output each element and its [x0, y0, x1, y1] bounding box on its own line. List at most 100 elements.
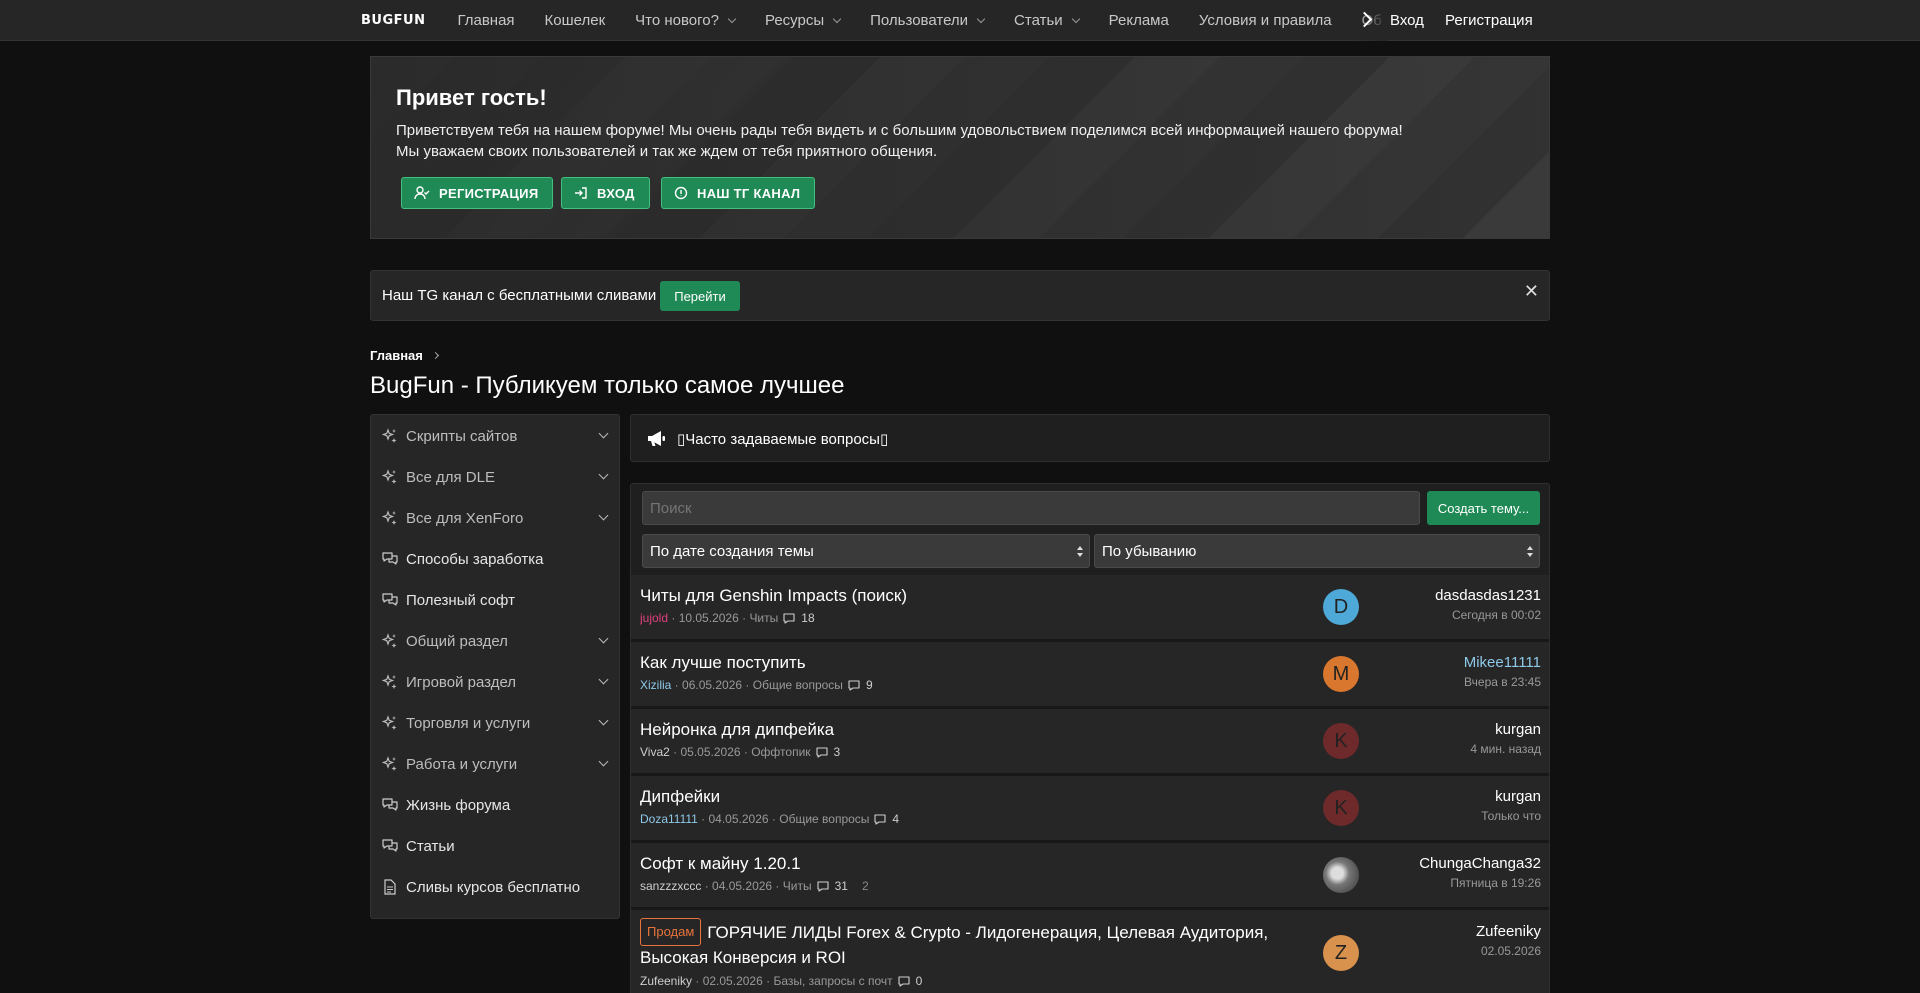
nav-link[interactable]: Кошелек [545, 0, 606, 41]
select-arrows-icon [1077, 546, 1083, 558]
comments-icon [381, 837, 399, 855]
thread-title[interactable]: Продам ГОРЯЧИЕ ЛИДЫ Forex & Crypto - Лидо… [640, 918, 1300, 970]
last-post-user[interactable]: Mikee11111 [1464, 654, 1541, 671]
thread-row[interactable]: Дипфейки Doza11111 · 04.05.2026 · Общие в… [631, 776, 1549, 843]
chevron-right-icon[interactable] [1359, 12, 1373, 28]
nav-link[interactable]: Ресурсы [764, 0, 842, 41]
comments-icon [381, 796, 399, 814]
avatar[interactable]: K [1323, 723, 1359, 759]
last-post-user[interactable]: ChungaChanga32 [1419, 855, 1541, 872]
thread-author[interactable]: Viva2 [640, 745, 670, 759]
sidebar-item[interactable]: Игровой раздел [381, 667, 609, 697]
sidebar-item[interactable]: Работа и услуги [381, 749, 609, 779]
reply-count-value: 3 [833, 745, 841, 759]
thread-author[interactable]: jujold [640, 611, 668, 625]
avatar[interactable] [1323, 857, 1359, 893]
sidebar-item[interactable]: Общий раздел [381, 626, 609, 656]
thread-row[interactable]: Читы для Genshin Impacts (поиск) jujold ·… [631, 575, 1549, 642]
last-post: ChungaChanga32 Пятница в 19:26 [1419, 855, 1541, 890]
thread-forum[interactable]: Общие вопросы [779, 812, 869, 826]
thread-forum[interactable]: Читы [749, 611, 778, 625]
thread-author[interactable]: sanzzzxccc [640, 879, 701, 893]
faq-announcement[interactable]: ▯Часто задаваемые вопросы▯ [630, 414, 1550, 462]
thread-author[interactable]: Zufeeniky [640, 974, 692, 988]
breadcrumb-home[interactable]: Главная [370, 348, 423, 363]
thread-author[interactable]: Xizilia [640, 678, 671, 692]
sidebar-item[interactable]: Все для DLE [381, 462, 609, 492]
login-button[interactable]: ВХОД [561, 177, 650, 209]
tg-channel-button[interactable]: НАШ ТГ КАНАЛ [661, 177, 816, 209]
comment-icon [815, 746, 831, 758]
sidebar-item[interactable]: Сливы курсов бесплатно [381, 872, 609, 902]
avatar[interactable]: D [1323, 589, 1359, 625]
last-post-user[interactable]: Zufeeniky [1476, 923, 1541, 940]
last-post-time[interactable]: Сегодня в 00:02 [1435, 608, 1541, 622]
sidebar-item[interactable]: Торговля и услуги [381, 708, 609, 738]
notice-go-button[interactable]: Перейти [660, 281, 740, 311]
last-post-user[interactable]: dasdasdas1231 [1435, 587, 1541, 604]
sidebar-item[interactable]: Полезный софт [381, 585, 609, 615]
nav-link[interactable]: Пользователи [870, 0, 986, 41]
thread-row[interactable]: Нейронка для дипфейка Viva2 · 05.05.2026 … [631, 709, 1549, 776]
avatar[interactable]: Z [1323, 935, 1359, 971]
avatar[interactable]: K [1323, 790, 1359, 826]
last-post-time[interactable]: Только что [1481, 809, 1541, 823]
sidebar-item[interactable]: Жизнь форума [381, 790, 609, 820]
thread-date: 04.05.2026 [708, 812, 769, 826]
chevron-down-icon[interactable] [598, 510, 609, 521]
nav-link[interactable]: Реклама [1109, 0, 1169, 41]
sidebar-item[interactable]: Способы заработка [381, 544, 609, 574]
sidebar-item[interactable]: Статьи [381, 831, 609, 861]
last-post-time[interactable]: 4 мин. назад [1470, 742, 1541, 756]
notice-text: Наш TG канал с бесплатными сливами [382, 287, 657, 304]
nav-link[interactable]: Главная [457, 0, 514, 41]
close-icon[interactable]: ✕ [1524, 281, 1539, 302]
page-link[interactable]: 2 [862, 879, 869, 893]
search-input[interactable] [642, 491, 1420, 525]
thread-forum[interactable]: Читы [783, 879, 812, 893]
create-thread-button[interactable]: Создать тему... [1427, 491, 1540, 525]
thread-row[interactable]: Продам ГОРЯЧИЕ ЛИДЫ Forex & Crypto - Лидо… [631, 910, 1549, 993]
thread-row[interactable]: Софт к майну 1.20.1 sanzzzxccc · 04.05.20… [631, 843, 1549, 910]
nav-link-label: Условия и правила [1198, 12, 1332, 29]
avatar[interactable]: M [1323, 656, 1359, 692]
last-post-user[interactable]: kurgan [1470, 721, 1541, 738]
thread-forum[interactable]: Базы, запросы с почт [773, 974, 892, 988]
chevron-down-icon[interactable] [598, 469, 609, 480]
sparkle-icon [381, 509, 399, 527]
register-button[interactable]: РЕГИСТРАЦИЯ [401, 177, 554, 209]
chevron-down-icon[interactable] [598, 633, 609, 644]
login-link[interactable]: Вход [1390, 0, 1424, 41]
chevron-down-icon[interactable] [598, 674, 609, 685]
thread-title[interactable]: Нейронка для дипфейка [640, 720, 834, 740]
last-post-time[interactable]: Пятница в 19:26 [1419, 876, 1541, 890]
welcome-banner: Привет гость! Приветствуем тебя на нашем… [370, 56, 1550, 239]
chevron-down-icon[interactable] [598, 715, 609, 726]
order-select[interactable]: По убыванию [1094, 534, 1540, 568]
thread-title[interactable]: Дипфейки [640, 787, 720, 807]
chevron-right-icon [431, 351, 439, 360]
nav-links: Главная Кошелек Что нового? Ресурсы Пользова… [457, 0, 1388, 41]
nav-link[interactable]: Условия и правила [1199, 0, 1332, 41]
sidebar-item[interactable]: Все для XenForo [381, 503, 609, 533]
thread-title[interactable]: Софт к майну 1.20.1 [640, 854, 801, 874]
thread-row[interactable]: Как лучше поступить Xizilia · 06.05.2026 … [631, 642, 1549, 709]
sidebar-item[interactable]: Скрипты сайтов [381, 421, 609, 451]
nav-link[interactable]: Что нового? [635, 0, 737, 41]
thread-title[interactable]: Как лучше поступить [640, 653, 806, 673]
last-post-time[interactable]: 02.05.2026 [1476, 944, 1541, 958]
thread-forum[interactable]: Общие вопросы [753, 678, 843, 692]
sort-select[interactable]: По дате создания темы [642, 534, 1090, 568]
thread-prefix-badge[interactable]: Продам [640, 918, 702, 946]
nav-link-label: Ресурсы [764, 12, 825, 29]
nav-link[interactable]: Статьи [1014, 0, 1080, 41]
thread-forum[interactable]: Оффтопик [751, 745, 810, 759]
register-link[interactable]: Регистрация [1445, 0, 1533, 41]
thread-title[interactable]: Читы для Genshin Impacts (поиск) [640, 586, 907, 606]
chevron-down-icon[interactable] [598, 756, 609, 767]
thread-author[interactable]: Doza11111 [640, 812, 698, 826]
site-logo[interactable]: BUGFUN [361, 13, 425, 28]
last-post-time[interactable]: Вчера в 23:45 [1464, 675, 1541, 689]
last-post-user[interactable]: kurgan [1481, 788, 1541, 805]
chevron-down-icon[interactable] [598, 428, 609, 439]
